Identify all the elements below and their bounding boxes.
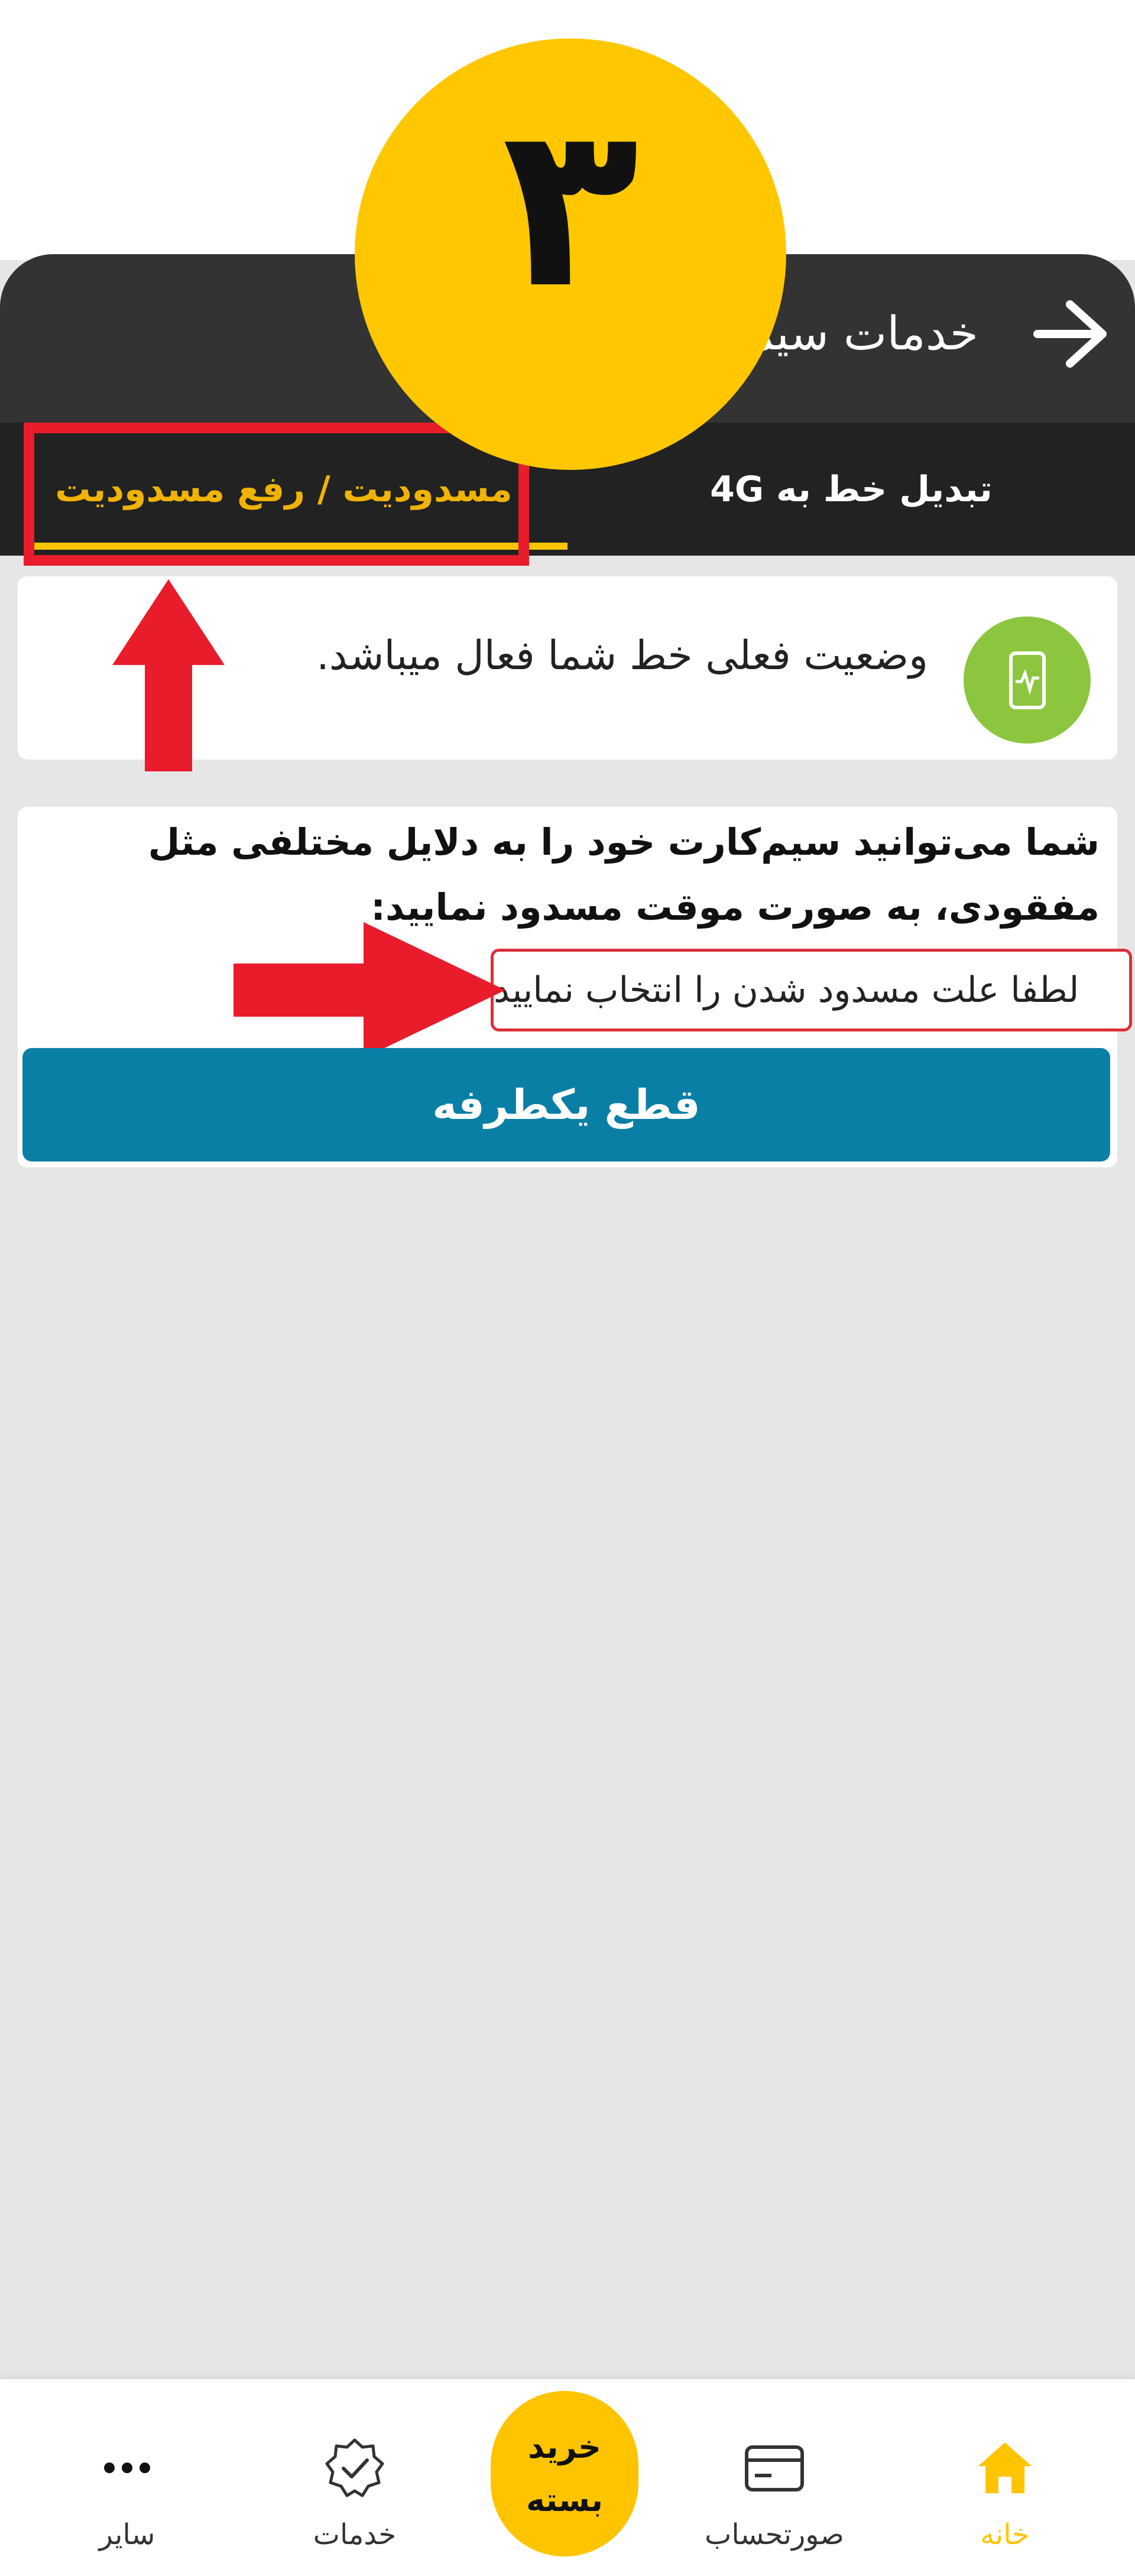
block-reason-select[interactable]: لطفا علت مسدود شدن را انتخاب نمایید: [491, 949, 1132, 1031]
line-status-text: وضعیت فعلی خط شما فعال میباشد.: [316, 632, 928, 679]
nav-buy-line2: بسته: [526, 2481, 604, 2519]
bill-icon: [745, 2445, 804, 2491]
annotation-arrow-right-icon: [234, 922, 505, 1058]
more-dots-icon: [104, 2463, 150, 2473]
nav-bill-label: صورتحساب: [705, 2518, 844, 2551]
step-number: ۳: [502, 76, 639, 338]
nav-buy-line1: خرید: [528, 2428, 601, 2465]
nav-bill[interactable]: صورتحساب: [680, 2435, 869, 2551]
nav-home-label: خانه: [980, 2518, 1030, 2551]
nav-buy-package-button[interactable]: خرید بسته: [491, 2391, 638, 2556]
nav-more-label: سایر: [99, 2518, 155, 2551]
annotation-highlight-box: [24, 423, 529, 566]
block-description: شما می‌توانید سیم‌کارت خود را به دلایل م…: [148, 820, 1100, 929]
one-way-cut-button[interactable]: قطع یکطرفه: [22, 1048, 1110, 1162]
nav-services-label: خدمات: [313, 2518, 397, 2551]
nav-more[interactable]: سایر: [33, 2435, 222, 2551]
back-arrow-icon[interactable]: [1029, 296, 1111, 372]
sim-status-icon: [964, 617, 1091, 744]
nav-home[interactable]: خانه: [910, 2435, 1100, 2551]
home-icon: [978, 2442, 1032, 2493]
services-badge-icon: [325, 2438, 384, 2497]
nav-services[interactable]: خدمات: [260, 2435, 449, 2551]
annotation-arrow-up-icon: [112, 579, 225, 771]
